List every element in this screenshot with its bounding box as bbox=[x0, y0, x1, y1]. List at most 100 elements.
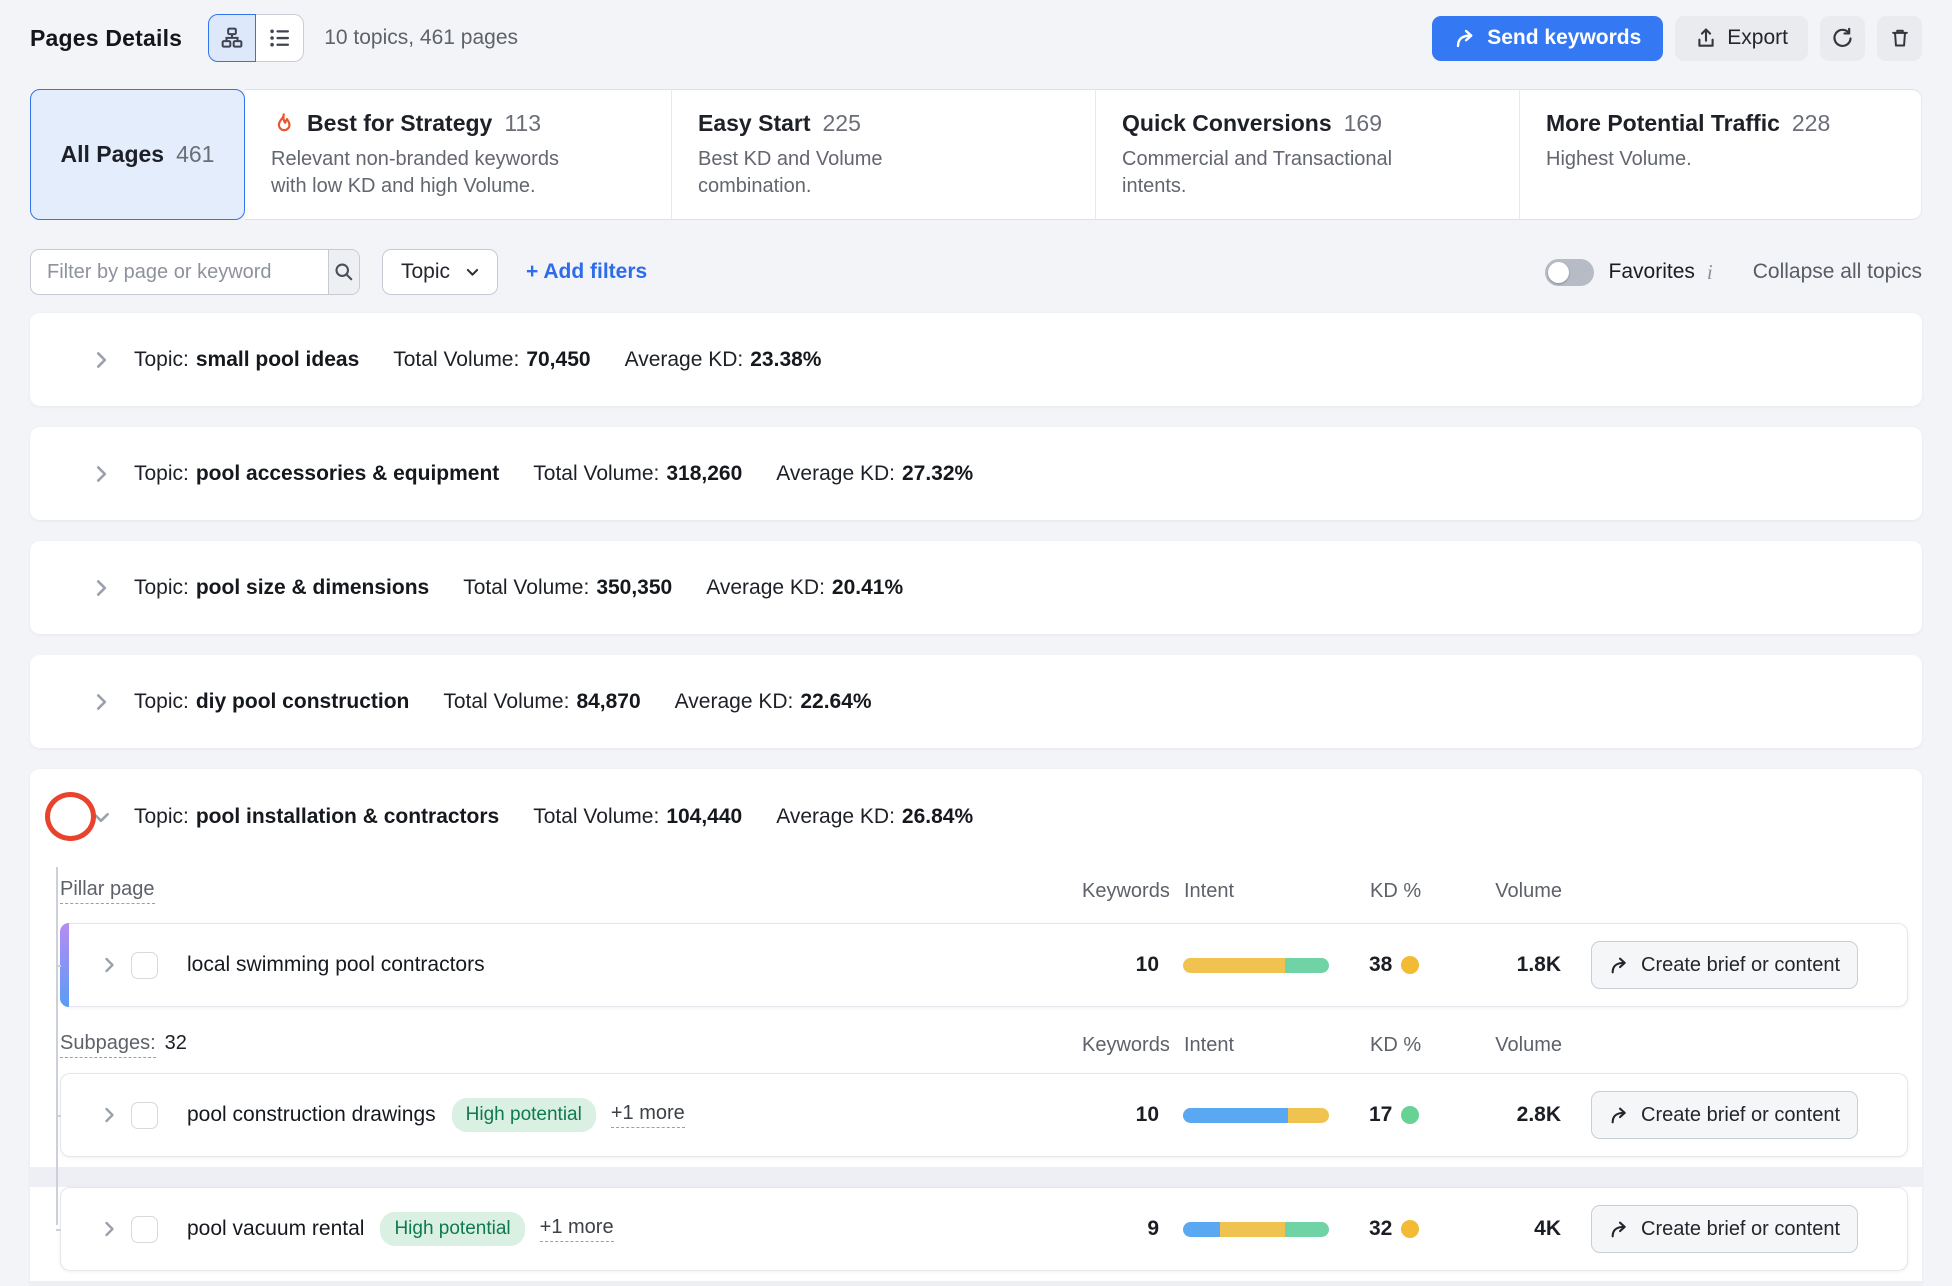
page-title-link[interactable]: pool vacuum rental bbox=[187, 1217, 364, 1241]
kd-value: 32 bbox=[1369, 1217, 1392, 1241]
col-header-kd: KD % bbox=[1356, 1034, 1448, 1057]
pillar-page-row: local swimming pool contractors 10 38 1.… bbox=[60, 923, 1908, 1007]
info-icon[interactable]: i bbox=[1707, 260, 1713, 285]
page-title-link[interactable]: pool construction drawings bbox=[187, 1103, 436, 1127]
create-brief-button[interactable]: Create brief or content bbox=[1591, 1091, 1858, 1139]
create-brief-button[interactable]: Create brief or content bbox=[1591, 1205, 1858, 1253]
topic-average-kd: 26.84% bbox=[902, 805, 973, 829]
forward-arrow-icon bbox=[1454, 27, 1477, 50]
collapse-all-topics-link[interactable]: Collapse all topics bbox=[1753, 260, 1922, 284]
col-header-intent: Intent bbox=[1174, 1034, 1356, 1057]
subpages-table-header: Subpages: 32 Keywords Intent KD % Volume bbox=[60, 1023, 1908, 1067]
col-header-keywords: Keywords bbox=[1082, 1034, 1174, 1057]
pillar-table-header: Pillar page Keywords Intent KD % Volume bbox=[60, 869, 1908, 913]
delete-button[interactable] bbox=[1877, 16, 1922, 61]
tab-description: Best KD and Volume combination. bbox=[698, 146, 998, 199]
tree-connector-line bbox=[56, 867, 58, 1225]
search-button[interactable] bbox=[328, 250, 359, 294]
favorites-toggle[interactable] bbox=[1545, 259, 1594, 286]
keywords-count: 9 bbox=[1081, 1217, 1173, 1241]
collapse-chevron-down-icon[interactable] bbox=[89, 805, 113, 829]
sitemap-icon bbox=[220, 26, 244, 50]
search-input[interactable] bbox=[31, 250, 328, 294]
intent-bar bbox=[1183, 1108, 1329, 1123]
tab-description: Relevant non-branded keywords with low K… bbox=[271, 146, 571, 199]
topic-total-volume: 84,870 bbox=[576, 690, 640, 714]
row-checkbox[interactable] bbox=[131, 1102, 158, 1129]
page-title: Pages Details bbox=[30, 25, 182, 52]
topic-card-small-pool-ideas: Topic:small pool ideas Total Volume:70,4… bbox=[30, 313, 1922, 406]
tab-description: Commercial and Transactional intents. bbox=[1122, 146, 1422, 199]
row-chevron-right-icon[interactable] bbox=[87, 1105, 131, 1125]
page-title-link[interactable]: local swimming pool contractors bbox=[187, 953, 485, 977]
tab-description: Highest Volume. bbox=[1546, 146, 1846, 173]
topic-name: diy pool construction bbox=[196, 690, 410, 714]
volume-value: 1.8K bbox=[1447, 953, 1589, 977]
trash-icon bbox=[1889, 27, 1911, 49]
expand-chevron-right-icon[interactable] bbox=[89, 348, 113, 372]
list-view-button[interactable] bbox=[256, 14, 304, 62]
export-button[interactable]: Export bbox=[1675, 16, 1808, 61]
high-potential-badge: High potential bbox=[380, 1212, 524, 1246]
col-header-kd: KD % bbox=[1356, 880, 1448, 903]
row-separator bbox=[30, 1167, 1922, 1187]
more-badges-link[interactable]: +1 more bbox=[611, 1102, 685, 1128]
tab-all-pages[interactable]: All Pages 461 bbox=[30, 89, 245, 220]
topic-card-diy-pool: Topic:diy pool construction Total Volume… bbox=[30, 655, 1922, 748]
pillar-page-label[interactable]: Pillar page bbox=[60, 878, 155, 904]
export-icon bbox=[1695, 27, 1717, 49]
more-badges-link[interactable]: +1 more bbox=[540, 1216, 614, 1242]
subpages-label[interactable]: Subpages: bbox=[60, 1032, 156, 1058]
tab-easy-start[interactable]: Easy Start 225 Best KD and Volume combin… bbox=[672, 89, 1096, 220]
refresh-button[interactable] bbox=[1820, 16, 1865, 61]
high-potential-badge: High potential bbox=[452, 1098, 596, 1132]
topic-name: small pool ideas bbox=[196, 348, 359, 372]
chevron-down-icon bbox=[464, 264, 481, 281]
expand-chevron-right-icon[interactable] bbox=[89, 576, 113, 600]
row-checkbox[interactable] bbox=[131, 952, 158, 979]
topic-total-volume: 70,450 bbox=[526, 348, 590, 372]
topic-average-kd: 23.38% bbox=[750, 348, 821, 372]
intent-bar bbox=[1183, 958, 1329, 973]
strategy-tabs: All Pages 461 Best for Strategy 113 Rele… bbox=[30, 89, 1922, 220]
topic-average-kd: 22.64% bbox=[800, 690, 871, 714]
keywords-count: 10 bbox=[1081, 1103, 1173, 1127]
subpages-count: 32 bbox=[165, 1032, 187, 1058]
intent-bar bbox=[1183, 1222, 1329, 1237]
expand-chevron-right-icon[interactable] bbox=[89, 690, 113, 714]
row-checkbox[interactable] bbox=[131, 1216, 158, 1243]
add-filters-link[interactable]: + Add filters bbox=[526, 260, 647, 284]
topic-filter-dropdown[interactable]: Topic bbox=[382, 249, 498, 295]
topic-name: pool installation & contractors bbox=[196, 805, 499, 829]
kd-dot bbox=[1401, 1106, 1419, 1124]
forward-arrow-icon bbox=[1609, 955, 1630, 976]
topic-name: pool size & dimensions bbox=[196, 576, 429, 600]
kd-value: 17 bbox=[1369, 1103, 1392, 1127]
kd-value: 38 bbox=[1369, 953, 1392, 977]
tab-best-for-strategy[interactable]: Best for Strategy 113 Relevant non-brand… bbox=[245, 89, 672, 220]
create-brief-button[interactable]: Create brief or content bbox=[1591, 941, 1858, 989]
topic-total-volume: 318,260 bbox=[666, 462, 742, 486]
col-header-keywords: Keywords bbox=[1082, 880, 1174, 903]
topics-pages-summary: 10 topics, 461 pages bbox=[324, 26, 518, 50]
send-keywords-button[interactable]: Send keywords bbox=[1432, 16, 1663, 61]
keywords-count: 10 bbox=[1081, 953, 1173, 977]
tree-view-button[interactable] bbox=[208, 14, 256, 62]
topic-card-pool-size: Topic:pool size & dimensions Total Volum… bbox=[30, 541, 1922, 634]
flame-icon bbox=[271, 112, 295, 136]
volume-value: 2.8K bbox=[1447, 1103, 1589, 1127]
refresh-icon bbox=[1831, 27, 1854, 50]
filter-bar: Topic + Add filters Favorites i Collapse… bbox=[30, 249, 1922, 295]
tab-quick-conversions[interactable]: Quick Conversions 169 Commercial and Tra… bbox=[1096, 89, 1520, 220]
topic-card-pool-accessories: Topic:pool accessories & equipment Total… bbox=[30, 427, 1922, 520]
tab-more-potential-traffic[interactable]: More Potential Traffic 228 Highest Volum… bbox=[1520, 89, 1922, 220]
topic-total-volume: 104,440 bbox=[666, 805, 742, 829]
volume-value: 4K bbox=[1447, 1217, 1589, 1241]
expand-chevron-right-icon[interactable] bbox=[89, 462, 113, 486]
row-chevron-right-icon[interactable] bbox=[87, 1219, 131, 1239]
view-toggle bbox=[208, 14, 304, 62]
row-chevron-right-icon[interactable] bbox=[87, 955, 131, 975]
forward-arrow-icon bbox=[1609, 1105, 1630, 1126]
favorites-label: Favorites bbox=[1609, 260, 1695, 284]
col-header-volume: Volume bbox=[1448, 1034, 1590, 1057]
